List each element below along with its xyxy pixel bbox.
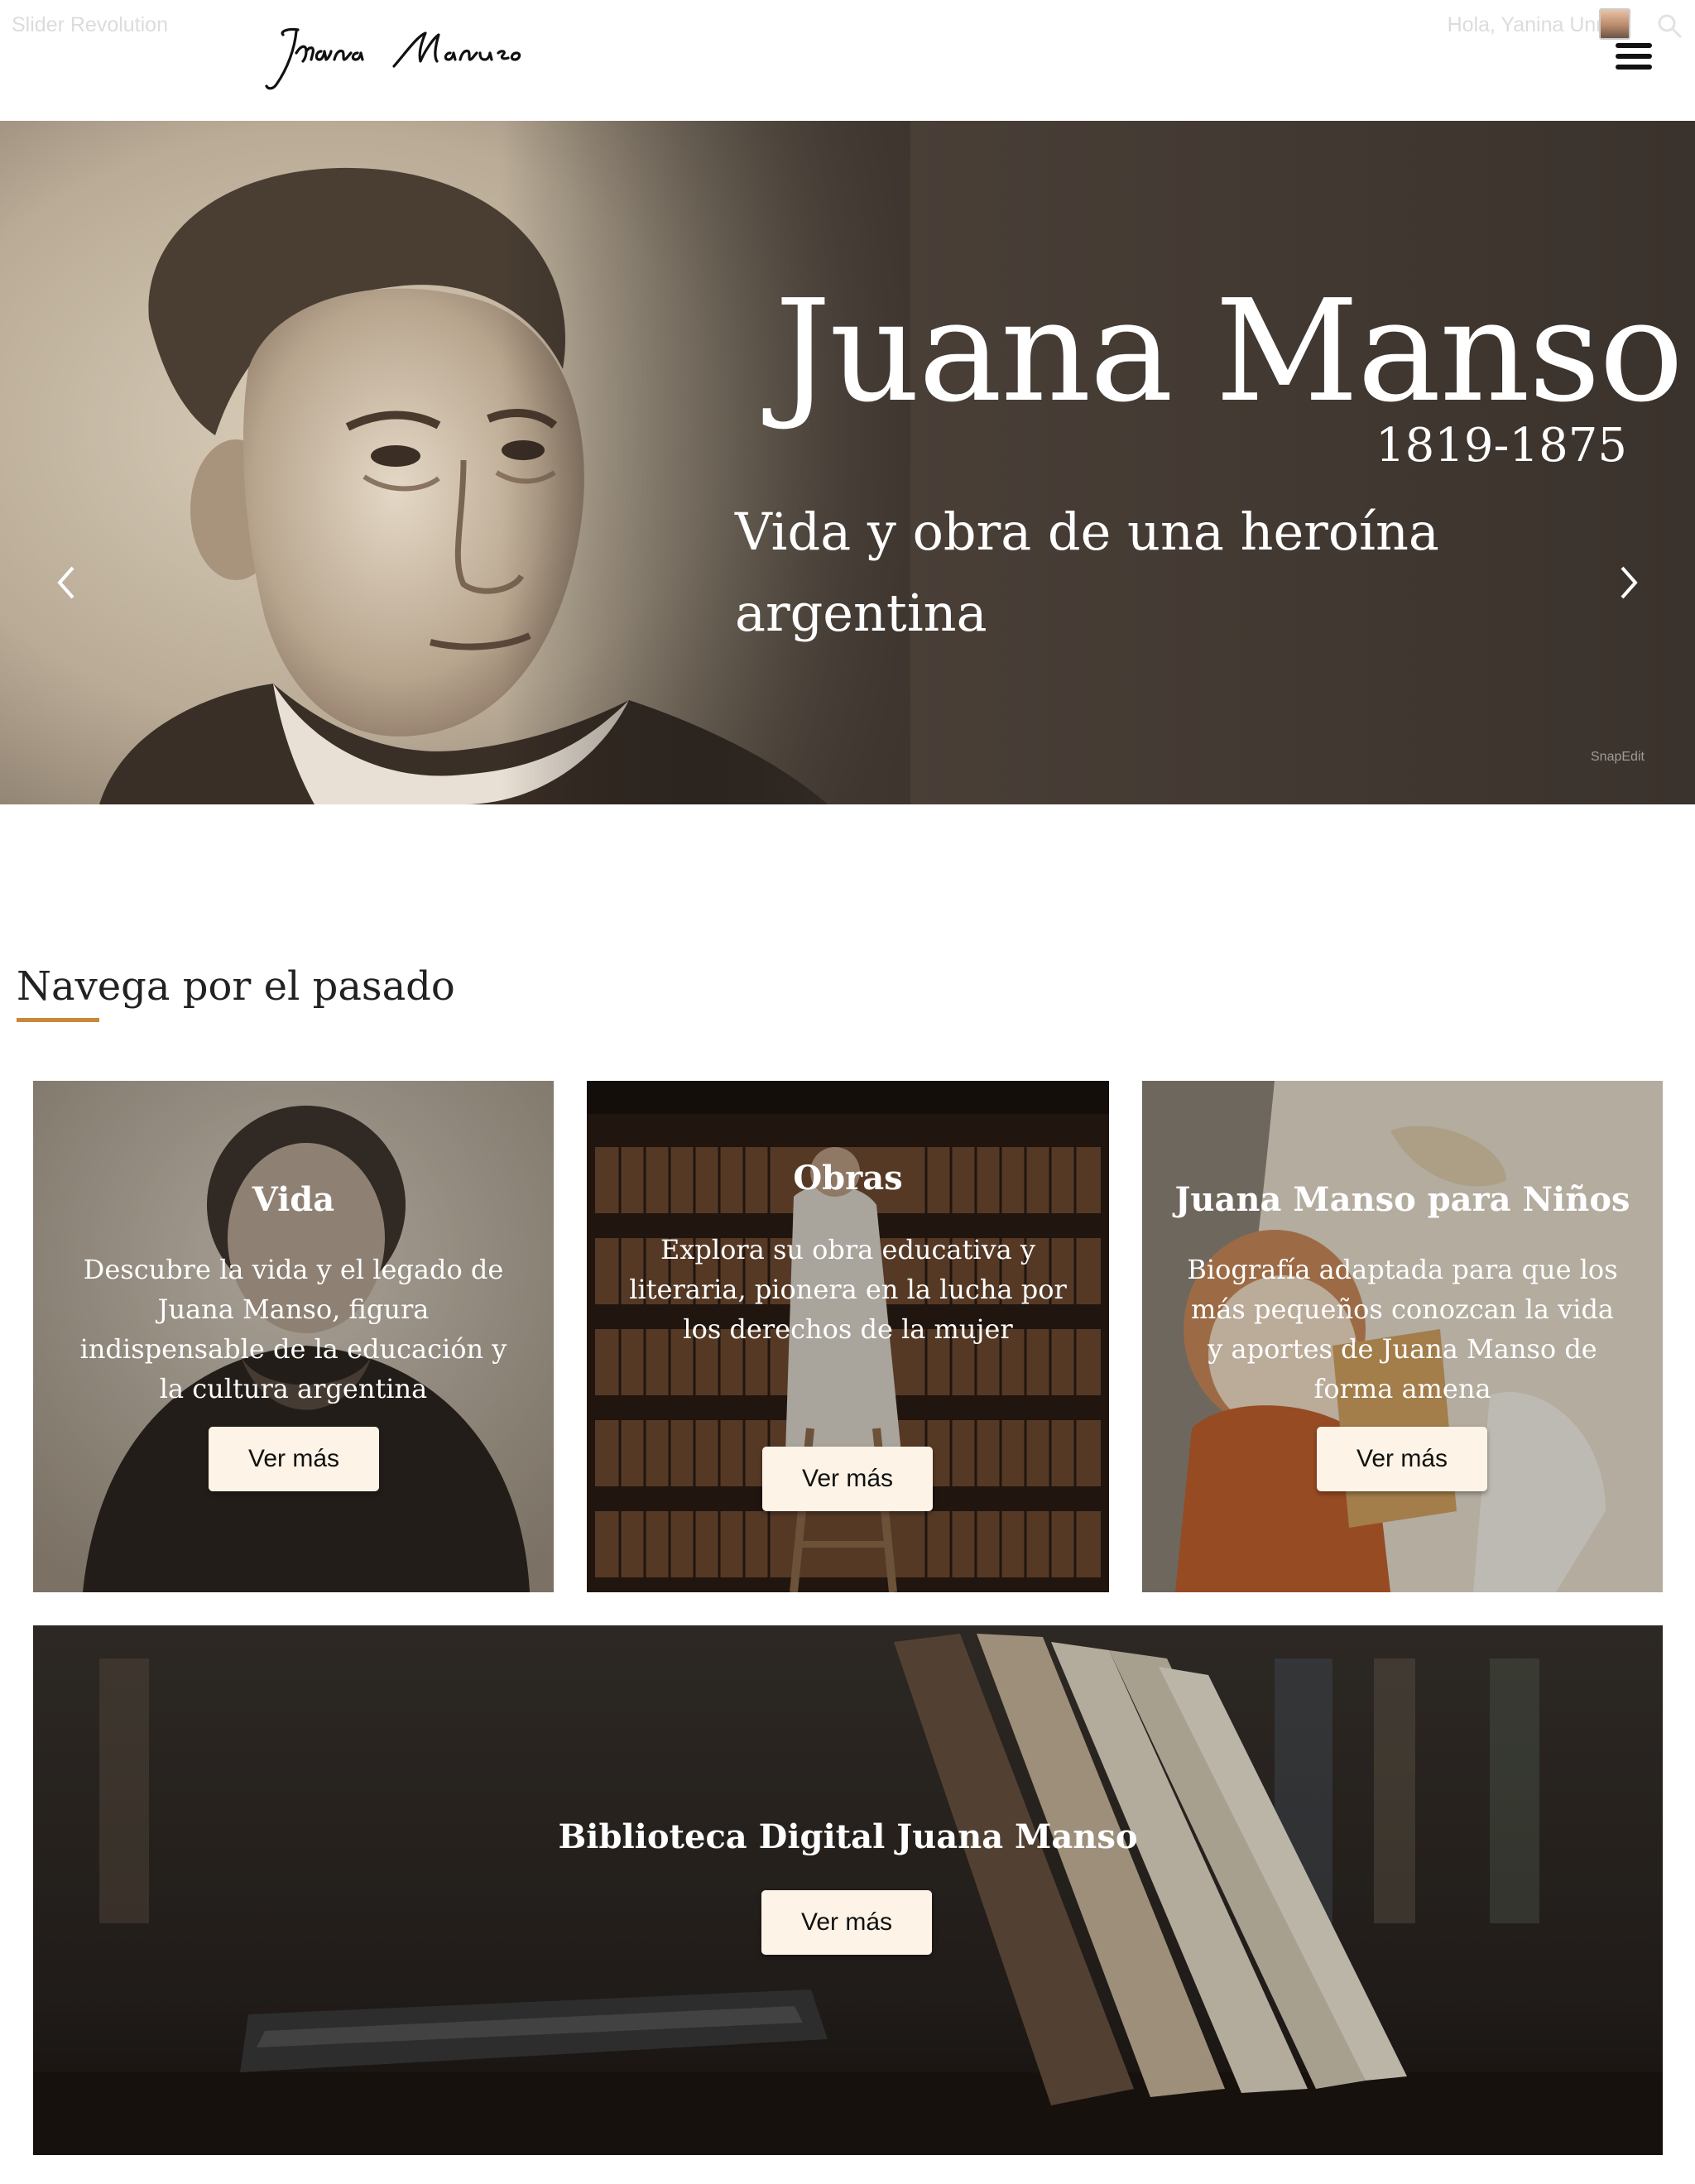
card-description: Descubre la vida y el legado de Juana Ma… [79,1254,507,1404]
card-description: Explora su obra educativa y literaria, p… [629,1234,1067,1345]
chevron-left-icon[interactable] [46,558,88,607]
card-vida[interactable]: Vida Descubre la vida y el legado de Jua… [33,1081,554,1592]
ver-mas-obras-button[interactable]: Ver más [762,1447,933,1511]
hero-slider: Juana Manso 1819-1875 Vida y obra de una… [0,121,1695,804]
portrait-image [0,121,910,804]
card-obras[interactable]: Obras Explora su obra educativa y litera… [587,1081,1109,1592]
card-biblioteca[interactable]: Biblioteca Digital Juana Manso Ver más [33,1625,1663,2155]
ver-mas-biblioteca-button[interactable]: Ver más [761,1890,932,1955]
search-icon[interactable] [1655,12,1683,40]
banner-title: Biblioteca Digital Juana Manso [558,1817,1138,1856]
watermark: SnapEdit [1591,750,1645,764]
section-underline [17,1018,99,1022]
card-title: Obras [793,1159,903,1198]
chevron-right-icon[interactable] [1607,558,1649,607]
ver-mas-vida-button[interactable]: Ver más [209,1427,379,1491]
hero-dates: 1819-1875 [1376,419,1627,473]
top-bar: Slider Revolution Hola, Yanina Unrein [0,0,1695,121]
card-title: Vida [252,1180,335,1219]
ver-mas-ninos-button[interactable]: Ver más [1317,1427,1487,1491]
hero-subtitle: Vida y obra de una heroína argentina [735,502,1439,643]
section-title: Navega por el pasado [17,963,455,1010]
avatar[interactable] [1599,8,1630,40]
hero-title: Juana Manso [775,270,1683,434]
signature-logo[interactable] [263,20,594,94]
hamburger-menu-icon[interactable] [1616,43,1652,73]
card-title: Juana Manso para Niños [1174,1180,1630,1219]
slider-revolution-link[interactable]: Slider Revolution [12,13,168,37]
card-ninos[interactable]: Juana Manso para Niños Biografía adaptad… [1142,1081,1663,1592]
card-description: Biografía adaptada para que los más pequ… [1187,1254,1618,1404]
